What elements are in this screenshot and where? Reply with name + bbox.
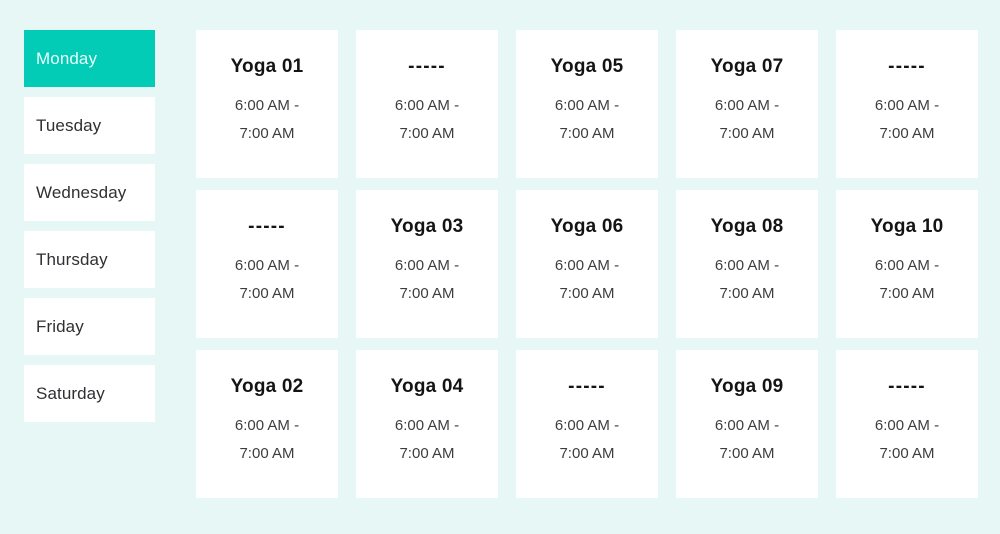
class-card-time: 6:00 AM - 7:00 AM [235,252,299,308]
class-card[interactable]: Yoga 10 6:00 AM - 7:00 AM [836,190,978,338]
class-card-empty[interactable]: ----- 6:00 AM - 7:00 AM [836,350,978,498]
class-card-time-start: 6:00 AM - [234,256,300,274]
day-tab-label: Tuesday [36,116,102,135]
class-card-empty[interactable]: ----- 6:00 AM - 7:00 AM [516,350,658,498]
day-tab-saturday[interactable]: Saturday [24,365,155,422]
class-schedule-grid: Yoga 01 6:00 AM - 7:00 AM ----- 6:00 AM - 7:0… [196,30,978,498]
class-card[interactable]: Yoga 06 6:00 AM - 7:00 AM [516,190,658,338]
class-card-time-start: 6:00 AM - [714,96,780,114]
day-tab-label: Monday [36,49,98,68]
class-card-title: Yoga 08 [710,216,784,237]
class-card-time: 6:00 AM - 7:00 AM [875,252,939,308]
class-card-time: 6:00 AM - 7:00 AM [715,412,779,468]
class-card-title: Yoga 04 [390,376,464,397]
class-card-title: Yoga 06 [550,216,624,237]
day-tab-label: Thursday [36,250,108,269]
class-card-time-end: 7:00 AM [239,124,295,142]
class-card[interactable]: Yoga 03 6:00 AM - 7:00 AM [356,190,498,338]
day-tab-label: Wednesday [36,183,127,202]
class-card[interactable]: Yoga 07 6:00 AM - 7:00 AM [676,30,818,178]
class-card-time-end: 7:00 AM [719,124,775,142]
class-card-time-end: 7:00 AM [559,284,615,302]
class-card-time-start: 6:00 AM - [714,256,780,274]
class-card[interactable]: Yoga 05 6:00 AM - 7:00 AM [516,30,658,178]
day-tab-friday[interactable]: Friday [24,298,155,355]
class-card-time-start: 6:00 AM - [874,96,940,114]
class-card-time-end: 7:00 AM [559,444,615,462]
class-card-time: 6:00 AM - 7:00 AM [875,412,939,468]
class-card[interactable]: Yoga 02 6:00 AM - 7:00 AM [196,350,338,498]
day-tab-label: Friday [36,317,84,336]
class-card-title: Yoga 05 [550,56,624,77]
class-card-time-end: 7:00 AM [399,284,455,302]
class-card-time: 6:00 AM - 7:00 AM [715,92,779,148]
class-card-empty-label: ----- [408,56,446,77]
class-card-time: 6:00 AM - 7:00 AM [715,252,779,308]
class-card-empty-label: ----- [888,56,926,77]
class-card[interactable]: Yoga 09 6:00 AM - 7:00 AM [676,350,818,498]
class-card-time-end: 7:00 AM [879,284,935,302]
class-card-time: 6:00 AM - 7:00 AM [395,92,459,148]
class-card-time-start: 6:00 AM - [714,416,780,434]
class-card-time: 6:00 AM - 7:00 AM [555,412,619,468]
class-card-empty-label: ----- [568,376,606,397]
class-card-time: 6:00 AM - 7:00 AM [395,252,459,308]
class-card-time-start: 6:00 AM - [554,96,620,114]
class-card-time-end: 7:00 AM [559,124,615,142]
class-card-title: Yoga 02 [230,376,304,397]
day-tab-wednesday[interactable]: Wednesday [24,164,155,221]
class-card-time-start: 6:00 AM - [874,416,940,434]
class-card-time-end: 7:00 AM [239,444,295,462]
class-card-time-start: 6:00 AM - [394,96,460,114]
class-card-time: 6:00 AM - 7:00 AM [875,92,939,148]
class-card-time-start: 6:00 AM - [554,416,620,434]
class-card-time-end: 7:00 AM [719,444,775,462]
class-card-time: 6:00 AM - 7:00 AM [235,92,299,148]
class-card-time-end: 7:00 AM [879,444,935,462]
class-card-title: Yoga 03 [390,216,464,237]
class-card-title: Yoga 01 [230,56,304,77]
class-card-time-start: 6:00 AM - [234,416,300,434]
day-tab-monday[interactable]: Monday [24,30,155,87]
class-card-time-start: 6:00 AM - [394,416,460,434]
class-card-time: 6:00 AM - 7:00 AM [555,252,619,308]
class-card-time-start: 6:00 AM - [234,96,300,114]
class-card-time-start: 6:00 AM - [874,256,940,274]
class-card-time-end: 7:00 AM [399,444,455,462]
class-card[interactable]: Yoga 01 6:00 AM - 7:00 AM [196,30,338,178]
day-tab-label: Saturday [36,384,105,403]
class-card-time-end: 7:00 AM [239,284,295,302]
class-card-time: 6:00 AM - 7:00 AM [235,412,299,468]
class-card-title: Yoga 07 [710,56,784,77]
class-card-title: Yoga 09 [710,376,784,397]
class-card-time: 6:00 AM - 7:00 AM [555,92,619,148]
class-card-empty[interactable]: ----- 6:00 AM - 7:00 AM [356,30,498,178]
class-card-time-start: 6:00 AM - [554,256,620,274]
class-card[interactable]: Yoga 08 6:00 AM - 7:00 AM [676,190,818,338]
class-card-time: 6:00 AM - 7:00 AM [395,412,459,468]
day-selector: Monday Tuesday Wednesday Thursday Friday Satu… [24,30,155,422]
class-card-title: Yoga 10 [870,216,944,237]
class-schedule-page: Monday Tuesday Wednesday Thursday Friday Satu… [0,0,1000,534]
class-card-empty-label: ----- [248,216,286,237]
class-card-empty-label: ----- [888,376,926,397]
class-card-empty[interactable]: ----- 6:00 AM - 7:00 AM [196,190,338,338]
class-card-time-end: 7:00 AM [399,124,455,142]
day-tab-tuesday[interactable]: Tuesday [24,97,155,154]
class-card-time-end: 7:00 AM [719,284,775,302]
class-card[interactable]: Yoga 04 6:00 AM - 7:00 AM [356,350,498,498]
class-card-time-end: 7:00 AM [879,124,935,142]
day-tab-thursday[interactable]: Thursday [24,231,155,288]
class-card-empty[interactable]: ----- 6:00 AM - 7:00 AM [836,30,978,178]
class-card-time-start: 6:00 AM - [394,256,460,274]
